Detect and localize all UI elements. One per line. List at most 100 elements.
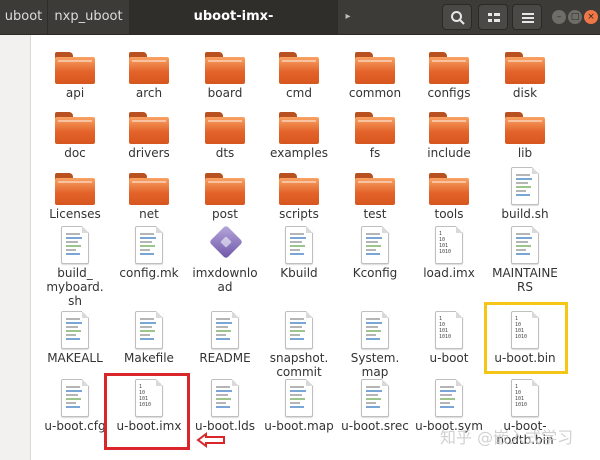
file-item-system-map[interactable]: System. map <box>338 307 412 379</box>
file-item-load-imx[interactable]: 1 10 101 1010 load.imx <box>412 222 486 290</box>
folder-icon <box>129 173 169 205</box>
breadcrumb-uboot[interactable]: uboot <box>0 0 48 34</box>
breadcrumb-nxp-uboot[interactable]: nxp_uboot <box>48 0 130 34</box>
folder-icon <box>129 112 169 144</box>
file-item-imxdownload[interactable]: imxdownlo ad <box>188 222 262 294</box>
folder-icon <box>205 52 245 84</box>
file-label: arch <box>135 86 163 100</box>
text-document-icon <box>279 226 319 264</box>
file-item-u-boot-map[interactable]: u-boot.map <box>262 375 336 443</box>
text-document-icon <box>505 226 545 264</box>
file-item-drivers[interactable]: drivers <box>112 102 186 170</box>
binary-file-icon: 1 10 101 1010 <box>429 226 469 264</box>
binary-file-icon: 1 10 101 1010 <box>429 311 469 349</box>
file-item-net[interactable]: net <box>112 163 186 231</box>
text-document-icon <box>355 379 395 417</box>
header-bar: uboot nxp_uboot uboot-imx-rel_i..._4.1.1… <box>0 0 600 58</box>
red-highlight-box <box>104 373 190 450</box>
folder-icon <box>429 112 469 144</box>
file-item-post[interactable]: post <box>188 163 262 231</box>
folder-icon <box>279 112 319 144</box>
file-label: lib <box>517 146 533 160</box>
folder-icon <box>429 52 469 84</box>
yellow-highlight-box <box>484 302 568 374</box>
file-label: load.imx <box>423 266 475 280</box>
breadcrumb-current-folder[interactable]: uboot-imx-rel_i..._4.1.15_2.1.0_ga <box>130 0 338 58</box>
file-item-lib[interactable]: lib <box>488 102 562 170</box>
folder-icon <box>279 52 319 84</box>
text-document-icon <box>429 379 469 417</box>
file-item-build-sh[interactable]: build.sh <box>488 163 562 231</box>
file-label: Kbuild <box>280 266 318 280</box>
file-item-u-boot-srec[interactable]: u-boot.srec <box>338 375 412 443</box>
file-item-u-boot-cfg[interactable]: u-boot.cfg <box>38 375 112 443</box>
folder-icon <box>279 173 319 205</box>
file-label: drivers <box>128 146 170 160</box>
file-item-arch[interactable]: arch <box>112 42 186 110</box>
text-document-icon <box>129 311 169 349</box>
file-item-config-mk[interactable]: config.mk <box>112 222 186 290</box>
file-item-dts[interactable]: dts <box>188 102 262 170</box>
file-item-licenses[interactable]: Licenses <box>38 163 112 231</box>
file-item-kconfig[interactable]: Kconfig <box>338 222 412 290</box>
executable-diamond-icon <box>205 225 245 264</box>
text-document-icon <box>279 311 319 349</box>
text-document-icon <box>129 226 169 264</box>
text-document-icon <box>355 226 395 264</box>
file-item-board[interactable]: board <box>188 42 262 110</box>
file-item-cmd[interactable]: cmd <box>262 42 336 110</box>
file-item-include[interactable]: include <box>412 102 486 170</box>
text-document-icon <box>55 379 95 417</box>
file-label: u-boot <box>429 351 469 365</box>
file-label: net <box>139 207 159 221</box>
sidebar-edge <box>0 35 31 460</box>
file-item-readme[interactable]: README <box>188 307 262 375</box>
file-item-scripts[interactable]: scripts <box>262 163 336 231</box>
menu-button[interactable] <box>512 4 542 30</box>
binary-file-icon: 1 10 101 1010 <box>505 379 545 417</box>
file-label: cmd <box>286 86 312 100</box>
file-label: MAINTAINE RS <box>492 266 558 294</box>
file-item-snapshot-commit[interactable]: snapshot. commit <box>262 307 336 379</box>
search-button[interactable] <box>442 4 472 30</box>
text-document-icon <box>505 167 545 205</box>
file-item-maintainers[interactable]: MAINTAINE RS <box>488 222 562 294</box>
file-label: tools <box>434 207 464 221</box>
file-item-u-boot[interactable]: 1 10 101 1010 u-boot <box>412 307 486 375</box>
folder-icon <box>505 52 545 84</box>
file-label: config.mk <box>119 266 179 280</box>
file-item-makeall[interactable]: MAKEALL <box>38 307 112 375</box>
file-label: include <box>427 146 471 160</box>
view-options-button[interactable] <box>478 4 508 30</box>
file-item-disk[interactable]: disk <box>488 42 562 110</box>
file-item-build-myboard-sh[interactable]: build_ myboard. sh <box>38 222 112 308</box>
breadcrumb-more-arrow-icon[interactable]: ▸ <box>338 0 358 34</box>
file-label: u-boot.map <box>264 419 334 433</box>
folder-icon <box>205 173 245 205</box>
folder-icon <box>55 52 95 84</box>
folder-icon <box>55 112 95 144</box>
file-label: disk <box>512 86 538 100</box>
file-item-kbuild[interactable]: Kbuild <box>262 222 336 290</box>
list-view-icon <box>488 13 500 22</box>
file-item-common[interactable]: common <box>338 42 412 110</box>
red-arrow-icon <box>196 432 225 448</box>
file-item-test[interactable]: test <box>338 163 412 231</box>
file-item-makefile[interactable]: Makefile <box>112 307 186 375</box>
close-button[interactable]: × <box>584 10 598 24</box>
text-document-icon <box>205 379 245 417</box>
text-document-icon <box>205 311 245 349</box>
file-item-api[interactable]: api <box>38 42 112 110</box>
file-item-tools[interactable]: tools <box>412 163 486 231</box>
folder-icon <box>55 173 95 205</box>
file-item-doc[interactable]: doc <box>38 102 112 170</box>
watermark: 知乎 @嵌入式学习 <box>440 428 574 447</box>
folder-icon <box>355 52 395 84</box>
file-item-examples[interactable]: examples <box>262 102 336 170</box>
file-item-fs[interactable]: fs <box>338 102 412 170</box>
file-item-configs[interactable]: configs <box>412 42 486 110</box>
search-icon <box>451 11 465 25</box>
maximize-button[interactable]: □ <box>568 10 582 24</box>
file-label: Makefile <box>124 351 174 365</box>
minimize-button[interactable]: – <box>552 10 566 24</box>
